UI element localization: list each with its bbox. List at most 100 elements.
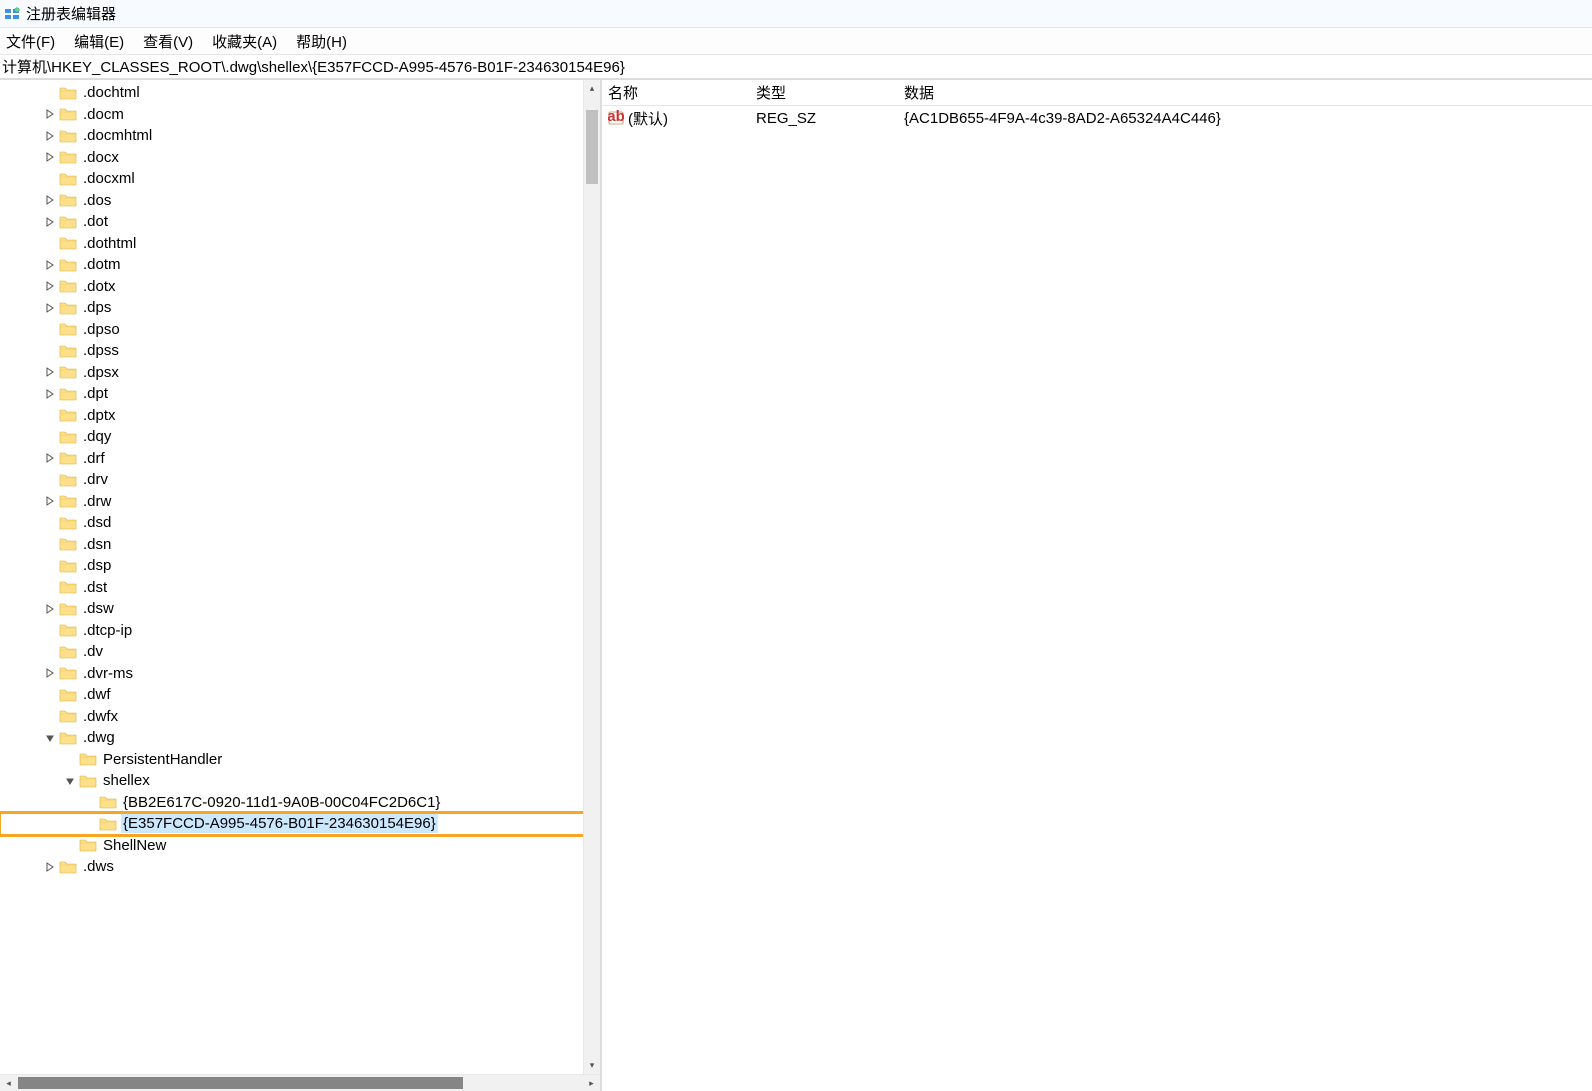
tree-item[interactable]: .dpt: [0, 383, 600, 405]
tree-item[interactable]: .dwfx: [0, 706, 600, 728]
expander-icon[interactable]: [42, 192, 58, 208]
expander-icon[interactable]: [42, 644, 58, 660]
tree-item[interactable]: .dws: [0, 856, 600, 878]
expander-icon[interactable]: [42, 106, 58, 122]
expander-icon[interactable]: [42, 235, 58, 251]
tree-item[interactable]: {E357FCCD-A995-4576-B01F-234630154E96}: [0, 813, 600, 835]
scroll-thumb[interactable]: [18, 1077, 463, 1089]
tree-item[interactable]: .dotx: [0, 276, 600, 298]
tree-item[interactable]: .dsd: [0, 512, 600, 534]
tree-horizontal-scrollbar[interactable]: ◂ ▸: [0, 1074, 600, 1091]
tree-item[interactable]: .dps: [0, 297, 600, 319]
tree-item[interactable]: .dpso: [0, 319, 600, 341]
tree-item[interactable]: .drw: [0, 491, 600, 513]
tree-item[interactable]: .docx: [0, 147, 600, 169]
expander-icon[interactable]: [42, 859, 58, 875]
expander-icon[interactable]: [42, 665, 58, 681]
expander-icon[interactable]: [62, 751, 78, 767]
expander-icon[interactable]: [42, 601, 58, 617]
tree-item[interactable]: .drf: [0, 448, 600, 470]
tree-item[interactable]: .dv: [0, 641, 600, 663]
tree-item[interactable]: .dwf: [0, 684, 600, 706]
expander-icon[interactable]: [42, 149, 58, 165]
expander-icon[interactable]: [62, 773, 78, 789]
menu-edit[interactable]: 编辑(E): [74, 31, 124, 52]
folder-icon: [58, 257, 78, 273]
column-header-name[interactable]: 名称: [602, 80, 750, 105]
expander-icon[interactable]: [42, 450, 58, 466]
tree-item-label: .dst: [81, 579, 109, 596]
expander-icon[interactable]: [42, 708, 58, 724]
folder-icon: [78, 773, 98, 789]
menu-favorites[interactable]: 收藏夹(A): [212, 31, 277, 52]
tree-item[interactable]: .dqy: [0, 426, 600, 448]
expander-icon[interactable]: [42, 730, 58, 746]
registry-tree[interactable]: .dochtml.docm.docmhtml.docx.docxml.dos.d…: [0, 80, 600, 880]
menu-view[interactable]: 查看(V): [143, 31, 193, 52]
tree-item[interactable]: .drv: [0, 469, 600, 491]
tree-item[interactable]: .dpsx: [0, 362, 600, 384]
tree-item[interactable]: .dsw: [0, 598, 600, 620]
expander-icon[interactable]: [42, 85, 58, 101]
expander-icon[interactable]: [42, 493, 58, 509]
tree-item[interactable]: ShellNew: [0, 835, 600, 857]
tree-item[interactable]: .dochtml: [0, 82, 600, 104]
scroll-down-arrow-icon[interactable]: ▾: [584, 1057, 600, 1074]
expander-icon[interactable]: [82, 816, 98, 832]
scroll-left-arrow-icon[interactable]: ◂: [0, 1075, 17, 1091]
scroll-thumb[interactable]: [586, 110, 598, 184]
tree-item[interactable]: .docmhtml: [0, 125, 600, 147]
tree-item[interactable]: .dtcp-ip: [0, 620, 600, 642]
expander-icon[interactable]: [42, 257, 58, 273]
scroll-up-arrow-icon[interactable]: ▴: [584, 80, 600, 97]
column-header-data[interactable]: 数据: [898, 80, 1592, 105]
tree-item[interactable]: PersistentHandler: [0, 749, 600, 771]
values-list[interactable]: ab(默认)REG_SZ{AC1DB655-4F9A-4c39-8AD2-A65…: [602, 106, 1592, 130]
tree-vertical-scrollbar[interactable]: ▴ ▾: [583, 80, 600, 1074]
expander-icon[interactable]: [42, 364, 58, 380]
tree-item-label: .docxml: [81, 170, 137, 187]
tree-item[interactable]: .docm: [0, 104, 600, 126]
expander-icon[interactable]: [42, 515, 58, 531]
expander-icon[interactable]: [42, 472, 58, 488]
expander-icon[interactable]: [42, 558, 58, 574]
tree-item[interactable]: .dvr-ms: [0, 663, 600, 685]
scroll-right-arrow-icon[interactable]: ▸: [583, 1075, 600, 1091]
tree-item[interactable]: .dptx: [0, 405, 600, 427]
expander-icon[interactable]: [42, 407, 58, 423]
folder-icon: [58, 85, 78, 101]
tree-item-label: .dsd: [81, 514, 113, 531]
expander-icon[interactable]: [42, 386, 58, 402]
menu-file[interactable]: 文件(F): [6, 31, 55, 52]
value-row[interactable]: ab(默认)REG_SZ{AC1DB655-4F9A-4c39-8AD2-A65…: [602, 106, 1592, 130]
expander-icon[interactable]: [82, 794, 98, 810]
tree-item[interactable]: .dsn: [0, 534, 600, 556]
tree-item[interactable]: .dst: [0, 577, 600, 599]
tree-item[interactable]: .dot: [0, 211, 600, 233]
tree-item[interactable]: .dpss: [0, 340, 600, 362]
column-header-type[interactable]: 类型: [750, 80, 898, 105]
tree-item[interactable]: .dos: [0, 190, 600, 212]
expander-icon[interactable]: [42, 343, 58, 359]
tree-item[interactable]: .dotm: [0, 254, 600, 276]
address-bar[interactable]: 计算机\HKEY_CLASSES_ROOT\.dwg\shellex\{E357…: [0, 55, 1592, 80]
expander-icon[interactable]: [62, 837, 78, 853]
menu-help[interactable]: 帮助(H): [296, 31, 347, 52]
expander-icon[interactable]: [42, 214, 58, 230]
expander-icon[interactable]: [42, 687, 58, 703]
expander-icon[interactable]: [42, 300, 58, 316]
expander-icon[interactable]: [42, 429, 58, 445]
tree-item[interactable]: {BB2E617C-0920-11d1-9A0B-00C04FC2D6C1}: [0, 792, 600, 814]
expander-icon[interactable]: [42, 128, 58, 144]
expander-icon[interactable]: [42, 536, 58, 552]
expander-icon[interactable]: [42, 278, 58, 294]
expander-icon[interactable]: [42, 171, 58, 187]
expander-icon[interactable]: [42, 321, 58, 337]
tree-item[interactable]: .docxml: [0, 168, 600, 190]
expander-icon[interactable]: [42, 579, 58, 595]
tree-item[interactable]: .dwg: [0, 727, 600, 749]
tree-item[interactable]: .dsp: [0, 555, 600, 577]
tree-item[interactable]: shellex: [0, 770, 600, 792]
expander-icon[interactable]: [42, 622, 58, 638]
tree-item[interactable]: .dothtml: [0, 233, 600, 255]
